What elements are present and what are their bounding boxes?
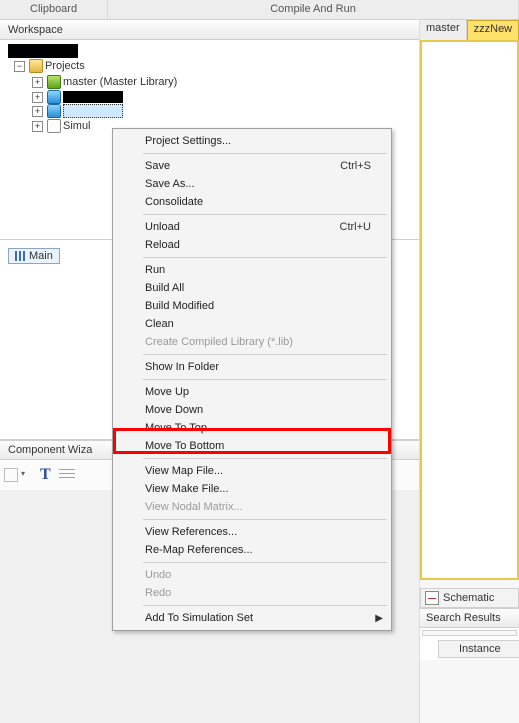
- doc-tab-zzznew[interactable]: zzzNew: [467, 20, 519, 40]
- menu-create-compiled-library: Create Compiled Library (*.lib): [115, 333, 389, 351]
- menu-clean[interactable]: Clean: [115, 315, 389, 333]
- menu-consolidate[interactable]: Consolidate: [115, 193, 389, 211]
- menu-show-in-folder[interactable]: Show In Folder: [115, 358, 389, 376]
- cw-lines-tool-icon[interactable]: [59, 469, 75, 481]
- right-column: master zzzNew Schematic Search Results I…: [419, 20, 519, 723]
- context-menu: Project Settings... SaveCtrl+S Save As..…: [112, 128, 392, 631]
- tree-master-label: master (Master Library): [63, 74, 177, 90]
- submenu-arrow-icon: ▶: [375, 613, 383, 624]
- menu-save-as[interactable]: Save As...: [115, 175, 389, 193]
- main-chip-label: Main: [29, 250, 53, 262]
- menu-unload[interactable]: UnloadCtrl+U: [115, 218, 389, 236]
- menu-run[interactable]: Run: [115, 261, 389, 279]
- tree-simulations-label: Simul: [63, 118, 91, 134]
- canvas-area[interactable]: [420, 40, 519, 580]
- menu-add-to-simulation-set[interactable]: Add To Simulation Set▶: [115, 609, 389, 627]
- database-icon: [47, 104, 61, 118]
- schematic-tab[interactable]: Schematic: [420, 588, 519, 608]
- menu-reload[interactable]: Reload: [115, 236, 389, 254]
- expand-icon[interactable]: +: [32, 106, 43, 117]
- menu-project-settings[interactable]: Project Settings...: [115, 132, 389, 150]
- menu-view-nodal-matrix: View Nodal Matrix...: [115, 498, 389, 516]
- main-chip[interactable]: Main: [8, 248, 60, 264]
- expand-icon[interactable]: +: [32, 77, 43, 88]
- cw-shape-dropdown[interactable]: [4, 468, 18, 482]
- ribbon-tabbar: Clipboard Compile And Run: [0, 0, 519, 20]
- expand-icon[interactable]: +: [32, 92, 43, 103]
- folder-icon: [29, 59, 43, 73]
- expand-icon[interactable]: +: [32, 121, 43, 132]
- menu-view-map-file[interactable]: View Map File...: [115, 462, 389, 480]
- menu-view-make-file[interactable]: View Make File...: [115, 480, 389, 498]
- menu-move-up[interactable]: Move Up: [115, 383, 389, 401]
- simulation-icon: [47, 119, 61, 133]
- menu-move-down[interactable]: Move Down: [115, 401, 389, 419]
- menu-move-to-top[interactable]: Move To Top: [115, 419, 389, 437]
- search-col-instance[interactable]: Instance: [438, 640, 519, 658]
- tree-item-selected-label: [63, 104, 123, 118]
- tree-projects-label: Projects: [45, 58, 85, 74]
- menu-redo: Redo: [115, 584, 389, 602]
- doc-tab-master[interactable]: master: [420, 20, 467, 40]
- menu-build-modified[interactable]: Build Modified: [115, 297, 389, 315]
- document-tabs: master zzzNew: [420, 20, 519, 40]
- collapse-icon[interactable]: −: [14, 61, 25, 72]
- tab-clipboard[interactable]: Clipboard: [0, 0, 108, 19]
- cw-text-tool-icon[interactable]: T: [40, 466, 51, 484]
- search-results-header: Search Results: [420, 608, 519, 628]
- project-icon: [47, 75, 61, 89]
- search-results-body: Instance: [420, 628, 519, 660]
- signals-icon: [15, 251, 25, 261]
- menu-view-references[interactable]: View References...: [115, 523, 389, 541]
- menu-move-to-bottom[interactable]: Move To Bottom: [115, 437, 389, 455]
- menu-build-all[interactable]: Build All: [115, 279, 389, 297]
- database-icon: [47, 90, 61, 104]
- menu-undo: Undo: [115, 566, 389, 584]
- menu-save[interactable]: SaveCtrl+S: [115, 157, 389, 175]
- menu-remap-references[interactable]: Re-Map References...: [115, 541, 389, 559]
- schematic-icon: [425, 591, 439, 605]
- schematic-label: Schematic: [443, 592, 494, 604]
- workspace-title: Workspace: [4, 24, 467, 36]
- tab-compile-and-run[interactable]: Compile And Run: [108, 0, 519, 19]
